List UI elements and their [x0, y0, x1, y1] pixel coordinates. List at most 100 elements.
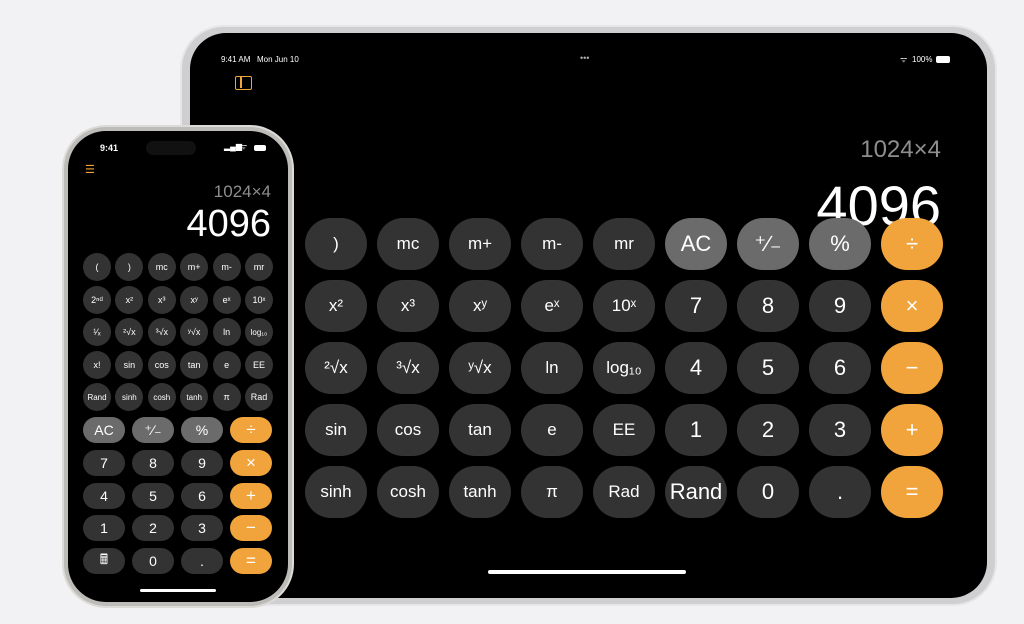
- key-rand-button[interactable]: Rand: [83, 383, 111, 411]
- key-sym21-button[interactable]: ÷: [230, 417, 272, 443]
- key-e-button[interactable]: eˣ: [212, 285, 241, 314]
- key-sym19-button[interactable]: ): [115, 253, 144, 281]
- key-sym21-button[interactable]: .: [181, 548, 223, 575]
- key-mr-button[interactable]: mr: [593, 218, 655, 270]
- key-e-button[interactable]: eˣ: [521, 280, 583, 332]
- key-x-button[interactable]: x!: [83, 350, 111, 379]
- key-sym21-button[interactable]: −: [230, 515, 272, 542]
- key-sym21-button[interactable]: 🖩: [83, 548, 125, 575]
- key-x-button[interactable]: ʸ√x: [449, 342, 511, 394]
- key-x-button[interactable]: xʸ: [449, 280, 511, 332]
- key-m-button[interactable]: m+: [449, 218, 511, 270]
- key-rand-button[interactable]: Rand: [665, 466, 727, 518]
- key-sym21-button[interactable]: %: [181, 417, 223, 443]
- key-2-button[interactable]: 2: [737, 404, 799, 456]
- list-icon[interactable]: ☰: [85, 165, 95, 176]
- key-tan-button[interactable]: tan: [180, 350, 209, 379]
- key-2-button[interactable]: 2: [132, 515, 174, 542]
- key-tan-button[interactable]: tan: [449, 404, 511, 456]
- key-sym13-button[interactable]: ): [305, 218, 367, 270]
- key-4-button[interactable]: 4: [83, 482, 125, 509]
- key-sin-button[interactable]: sin: [115, 350, 144, 379]
- key-x-button[interactable]: x²: [305, 280, 367, 332]
- key-ln-button[interactable]: ln: [212, 318, 241, 346]
- key-m-button[interactable]: m+: [180, 253, 209, 281]
- key-x-button[interactable]: xʸ: [180, 285, 209, 314]
- key-5-button[interactable]: 5: [737, 342, 799, 394]
- key-x-button[interactable]: ³√x: [147, 318, 176, 346]
- key-sym19-button[interactable]: (: [83, 253, 111, 281]
- key-0-button[interactable]: 0: [737, 466, 799, 518]
- key-sym13-button[interactable]: ⁺∕₋: [737, 218, 799, 270]
- key-x-button[interactable]: x²: [115, 285, 144, 314]
- key-sym21-button[interactable]: ⁺∕₋: [132, 417, 174, 443]
- key-x-button[interactable]: ²√x: [115, 318, 144, 346]
- key-log-button[interactable]: log₁₀: [245, 318, 273, 346]
- key-sym13-button[interactable]: %: [809, 218, 871, 270]
- key-sym13-button[interactable]: π: [521, 466, 583, 518]
- key-10-button[interactable]: 10ˣ: [245, 285, 273, 314]
- key-sinh-button[interactable]: sinh: [115, 383, 144, 411]
- key-sym21-button[interactable]: ×: [230, 449, 272, 476]
- key-0-button[interactable]: 0: [132, 548, 174, 575]
- key-1-button[interactable]: 1: [665, 404, 727, 456]
- key-ln-button[interactable]: ln: [521, 342, 583, 394]
- key-x-button[interactable]: x³: [377, 280, 439, 332]
- key-2-button[interactable]: 2ⁿᵈ: [83, 285, 111, 314]
- key-sinh-button[interactable]: sinh: [305, 466, 367, 518]
- key-sym19-button[interactable]: π: [212, 383, 241, 411]
- key-mr-button[interactable]: mr: [245, 253, 273, 281]
- key-e-button[interactable]: e: [521, 404, 583, 456]
- key-cos-button[interactable]: cos: [377, 404, 439, 456]
- key-cos-button[interactable]: cos: [147, 350, 176, 379]
- key-e-button[interactable]: e: [212, 350, 241, 379]
- key-8-button[interactable]: 8: [132, 449, 174, 476]
- key-x-button[interactable]: x³: [147, 285, 176, 314]
- key-tanh-button[interactable]: tanh: [180, 383, 209, 411]
- key-8-button[interactable]: 8: [737, 280, 799, 332]
- key-ee-button[interactable]: EE: [593, 404, 655, 456]
- key-mc-button[interactable]: mc: [147, 253, 176, 281]
- key-5-button[interactable]: 5: [132, 482, 174, 509]
- key-sym19-button[interactable]: ¹⁄ₓ: [83, 318, 111, 346]
- key-cosh-button[interactable]: cosh: [147, 383, 176, 411]
- key-sym13-button[interactable]: =: [881, 466, 943, 518]
- key-m-button[interactable]: m-: [521, 218, 583, 270]
- key-tanh-button[interactable]: tanh: [449, 466, 511, 518]
- key-4-button[interactable]: 4: [665, 342, 727, 394]
- key-sym13-button[interactable]: −: [881, 342, 943, 394]
- key-6-button[interactable]: 6: [809, 342, 871, 394]
- key-sym13-button[interactable]: +: [881, 404, 943, 456]
- key-sym21-button[interactable]: =: [230, 548, 272, 575]
- ipad-status-date: Mon Jun 10: [257, 55, 299, 64]
- key-ac-button[interactable]: AC: [83, 417, 125, 443]
- key-ee-button[interactable]: EE: [245, 350, 273, 379]
- key-cosh-button[interactable]: cosh: [377, 466, 439, 518]
- home-indicator: [488, 570, 686, 574]
- key-rad-button[interactable]: Rad: [593, 466, 655, 518]
- key-log-button[interactable]: log₁₀: [593, 342, 655, 394]
- key-m-button[interactable]: m-: [212, 253, 241, 281]
- key-9-button[interactable]: 9: [809, 280, 871, 332]
- key-sym13-button[interactable]: ×: [881, 280, 943, 332]
- key-sym13-button[interactable]: ÷: [881, 218, 943, 270]
- multitask-dots[interactable]: •••: [580, 53, 589, 63]
- key-10-button[interactable]: 10ˣ: [593, 280, 655, 332]
- key-6-button[interactable]: 6: [181, 482, 223, 509]
- key-3-button[interactable]: 3: [181, 515, 223, 542]
- key-7-button[interactable]: 7: [83, 449, 125, 476]
- key-9-button[interactable]: 9: [181, 449, 223, 476]
- key-ac-button[interactable]: AC: [665, 218, 727, 270]
- key-sym13-button[interactable]: .: [809, 466, 871, 518]
- key-1-button[interactable]: 1: [83, 515, 125, 542]
- key-7-button[interactable]: 7: [665, 280, 727, 332]
- sidebar-toggle-icon[interactable]: [235, 76, 252, 90]
- key-sym21-button[interactable]: +: [230, 482, 272, 509]
- key-x-button[interactable]: ²√x: [305, 342, 367, 394]
- key-x-button[interactable]: ʸ√x: [180, 318, 209, 346]
- key-sin-button[interactable]: sin: [305, 404, 367, 456]
- key-mc-button[interactable]: mc: [377, 218, 439, 270]
- key-rad-button[interactable]: Rad: [245, 383, 273, 411]
- key-3-button[interactable]: 3: [809, 404, 871, 456]
- key-x-button[interactable]: ³√x: [377, 342, 439, 394]
